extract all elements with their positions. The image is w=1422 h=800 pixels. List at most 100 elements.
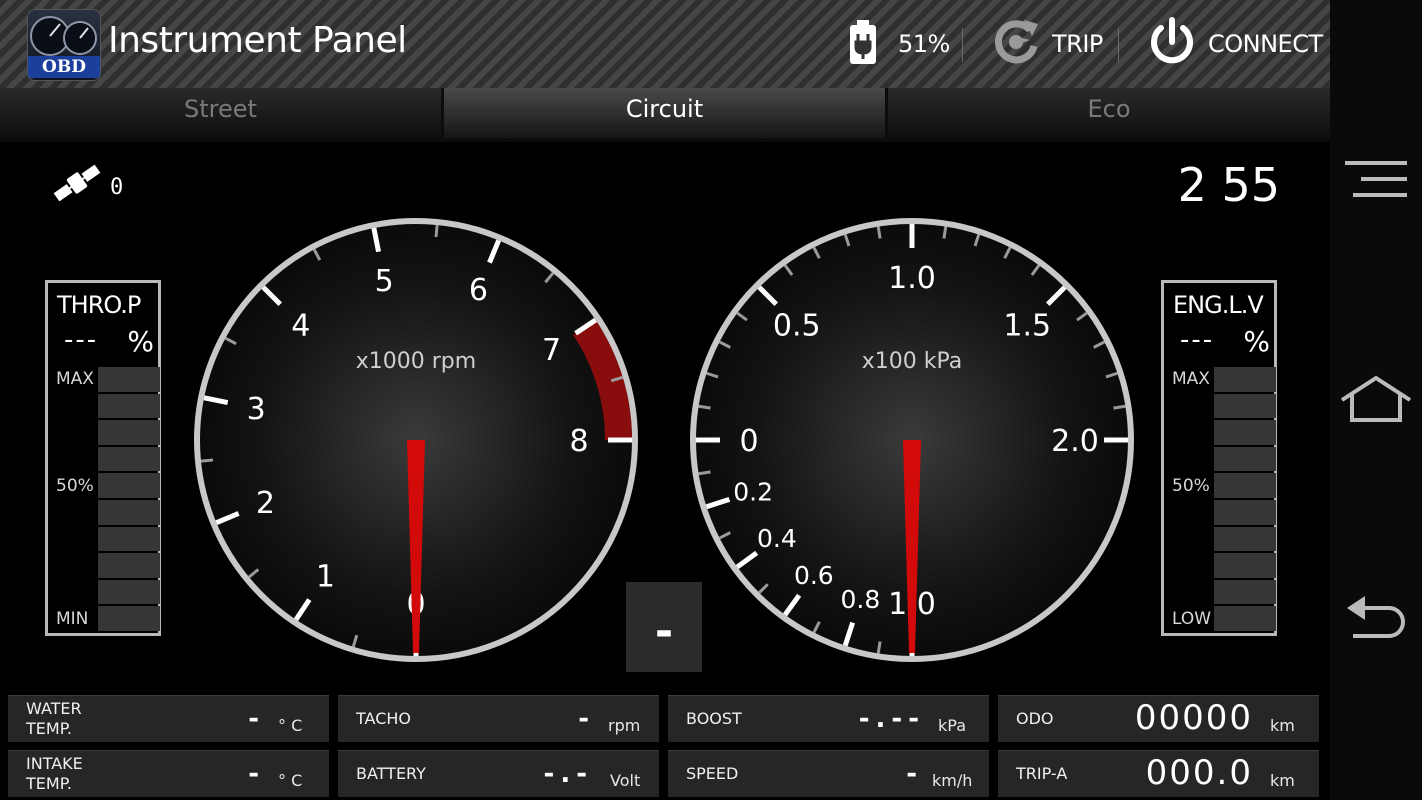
throttle-segments: [98, 367, 160, 633]
battery-percent: 51%: [898, 30, 950, 58]
boost-number: 1.0: [888, 261, 936, 296]
battery-charging-icon: [846, 18, 880, 70]
intake-temp-label: INTAKE TEMP.: [26, 754, 83, 793]
intake-temp-readout: INTAKE TEMP. - ° C: [8, 750, 329, 797]
battery-status: 51%: [846, 18, 950, 70]
bar-segment: [1214, 579, 1276, 605]
engine-load-low-label: LOW: [1172, 609, 1212, 629]
dial-tick: [1113, 404, 1126, 410]
system-nav-bar: [1330, 0, 1422, 800]
dial-tick: [698, 404, 711, 410]
throttle-title: THRO.P: [57, 291, 141, 319]
throttle-mid-label: 50%: [56, 476, 94, 496]
bar-segment: [98, 420, 160, 445]
throttle-unit: %: [127, 325, 154, 358]
app-header: OBD Instrument Panel 51% TRIP CONNECT: [0, 0, 1330, 88]
battery-unit: Volt: [610, 771, 641, 790]
tab-circuit[interactable]: Circuit: [444, 88, 885, 138]
battery-label: BATTERY: [356, 764, 426, 783]
battery-readout: BATTERY -.- Volt: [338, 750, 659, 797]
boost-number: 0.6: [794, 561, 834, 590]
boost-dial: 1.00.80.60.40.200.51.01.52.0x100 kPa: [690, 218, 1134, 662]
app-logo: OBD: [27, 9, 101, 81]
dial-tick: [200, 458, 214, 463]
engine-load-gauge: ENG.L.V --- % MAX 50% LOW: [1161, 280, 1277, 636]
bar-segment: [1214, 606, 1276, 631]
bar-segment: [1214, 420, 1276, 445]
boost-number: 0.4: [757, 524, 797, 553]
engine-load-value: ---: [1180, 325, 1215, 355]
water-temp-value: -: [248, 704, 265, 734]
connect-button[interactable]: CONNECT: [1146, 16, 1323, 72]
tacho-unit-label: x1000 rpm: [356, 349, 476, 374]
engine-load-title: ENG.L.V: [1173, 291, 1264, 319]
home-button[interactable]: [1336, 366, 1416, 436]
tacho-number: 8: [569, 424, 588, 459]
boost-number: 0.8: [841, 585, 881, 614]
boost-number: 1.5: [1003, 309, 1051, 344]
engine-load-unit: %: [1243, 325, 1270, 358]
water-temp-label: WATER TEMP.: [26, 699, 82, 738]
boost-number: 2.0: [1051, 424, 1099, 459]
odo-readout: ODO 00000 km: [998, 695, 1319, 742]
odo-value: 00000: [1134, 698, 1253, 738]
tacho-number: 3: [247, 392, 266, 427]
odo-label: ODO: [1016, 709, 1054, 728]
trip-a-unit: km: [1270, 771, 1295, 790]
app-title: Instrument Panel: [108, 20, 407, 61]
bar-segment: [98, 446, 160, 472]
tacho-unit: rpm: [608, 716, 641, 735]
bar-segment: [1214, 499, 1276, 525]
dial-tick: [434, 224, 439, 238]
speed-value: -: [906, 759, 923, 789]
tacho-number: 2: [256, 486, 275, 521]
bar-segment: [98, 499, 160, 525]
engine-load-segments: [1214, 367, 1276, 633]
bar-segment: [98, 393, 160, 419]
tacho-readout: TACHO - rpm: [338, 695, 659, 742]
tacho-number: 5: [375, 264, 394, 299]
bar-segment: [1214, 553, 1276, 578]
boost-value: -.--: [858, 704, 925, 734]
trip-a-value: 000.0: [1145, 753, 1253, 793]
battery-value: -.-: [543, 759, 593, 789]
bar-segment: [1214, 526, 1276, 552]
satellite-icon: [50, 162, 104, 208]
trip-button[interactable]: TRIP: [990, 18, 1103, 70]
intake-temp-value: -: [248, 759, 265, 789]
header-divider: [962, 28, 963, 62]
trip-reset-icon: [990, 16, 1042, 72]
gear-indicator: -: [626, 582, 702, 672]
back-button[interactable]: [1336, 586, 1416, 656]
speed-unit: km/h: [932, 771, 973, 790]
tacho-number: 1: [316, 559, 335, 594]
tachometer-dial: 012345678x1000 rpm: [194, 218, 638, 662]
bar-segment: [98, 579, 160, 605]
tacho-number: 7: [542, 333, 561, 368]
trip-label: TRIP: [1052, 30, 1103, 58]
bar-segment: [1214, 367, 1276, 392]
tab-eco[interactable]: Eco: [888, 88, 1330, 138]
throttle-min-label: MIN: [56, 609, 89, 629]
throttle-gauge: THRO.P --- % MAX 50% MIN: [45, 280, 161, 636]
tacho-number: 6: [469, 273, 488, 308]
gps-status: 0: [50, 162, 123, 208]
dial-tick: [698, 470, 711, 476]
bar-segment: [1214, 473, 1276, 498]
back-icon: [1343, 594, 1409, 648]
tacho-label: TACHO: [356, 709, 411, 728]
tab-street[interactable]: Street: [0, 88, 441, 138]
boost-label: BOOST: [686, 709, 742, 728]
bar-segment: [98, 526, 160, 552]
boost-number: 0.2: [733, 478, 773, 507]
menu-button[interactable]: [1336, 146, 1416, 216]
odo-unit: km: [1270, 716, 1295, 735]
bar-segment: [98, 606, 160, 631]
tacho-value: -: [578, 704, 595, 734]
connect-label: CONNECT: [1208, 30, 1323, 58]
power-icon: [1146, 16, 1198, 72]
dial-tick: [942, 226, 948, 239]
intake-temp-unit: ° C: [278, 771, 303, 790]
throttle-value: ---: [64, 325, 99, 355]
header-divider: [1118, 28, 1119, 62]
